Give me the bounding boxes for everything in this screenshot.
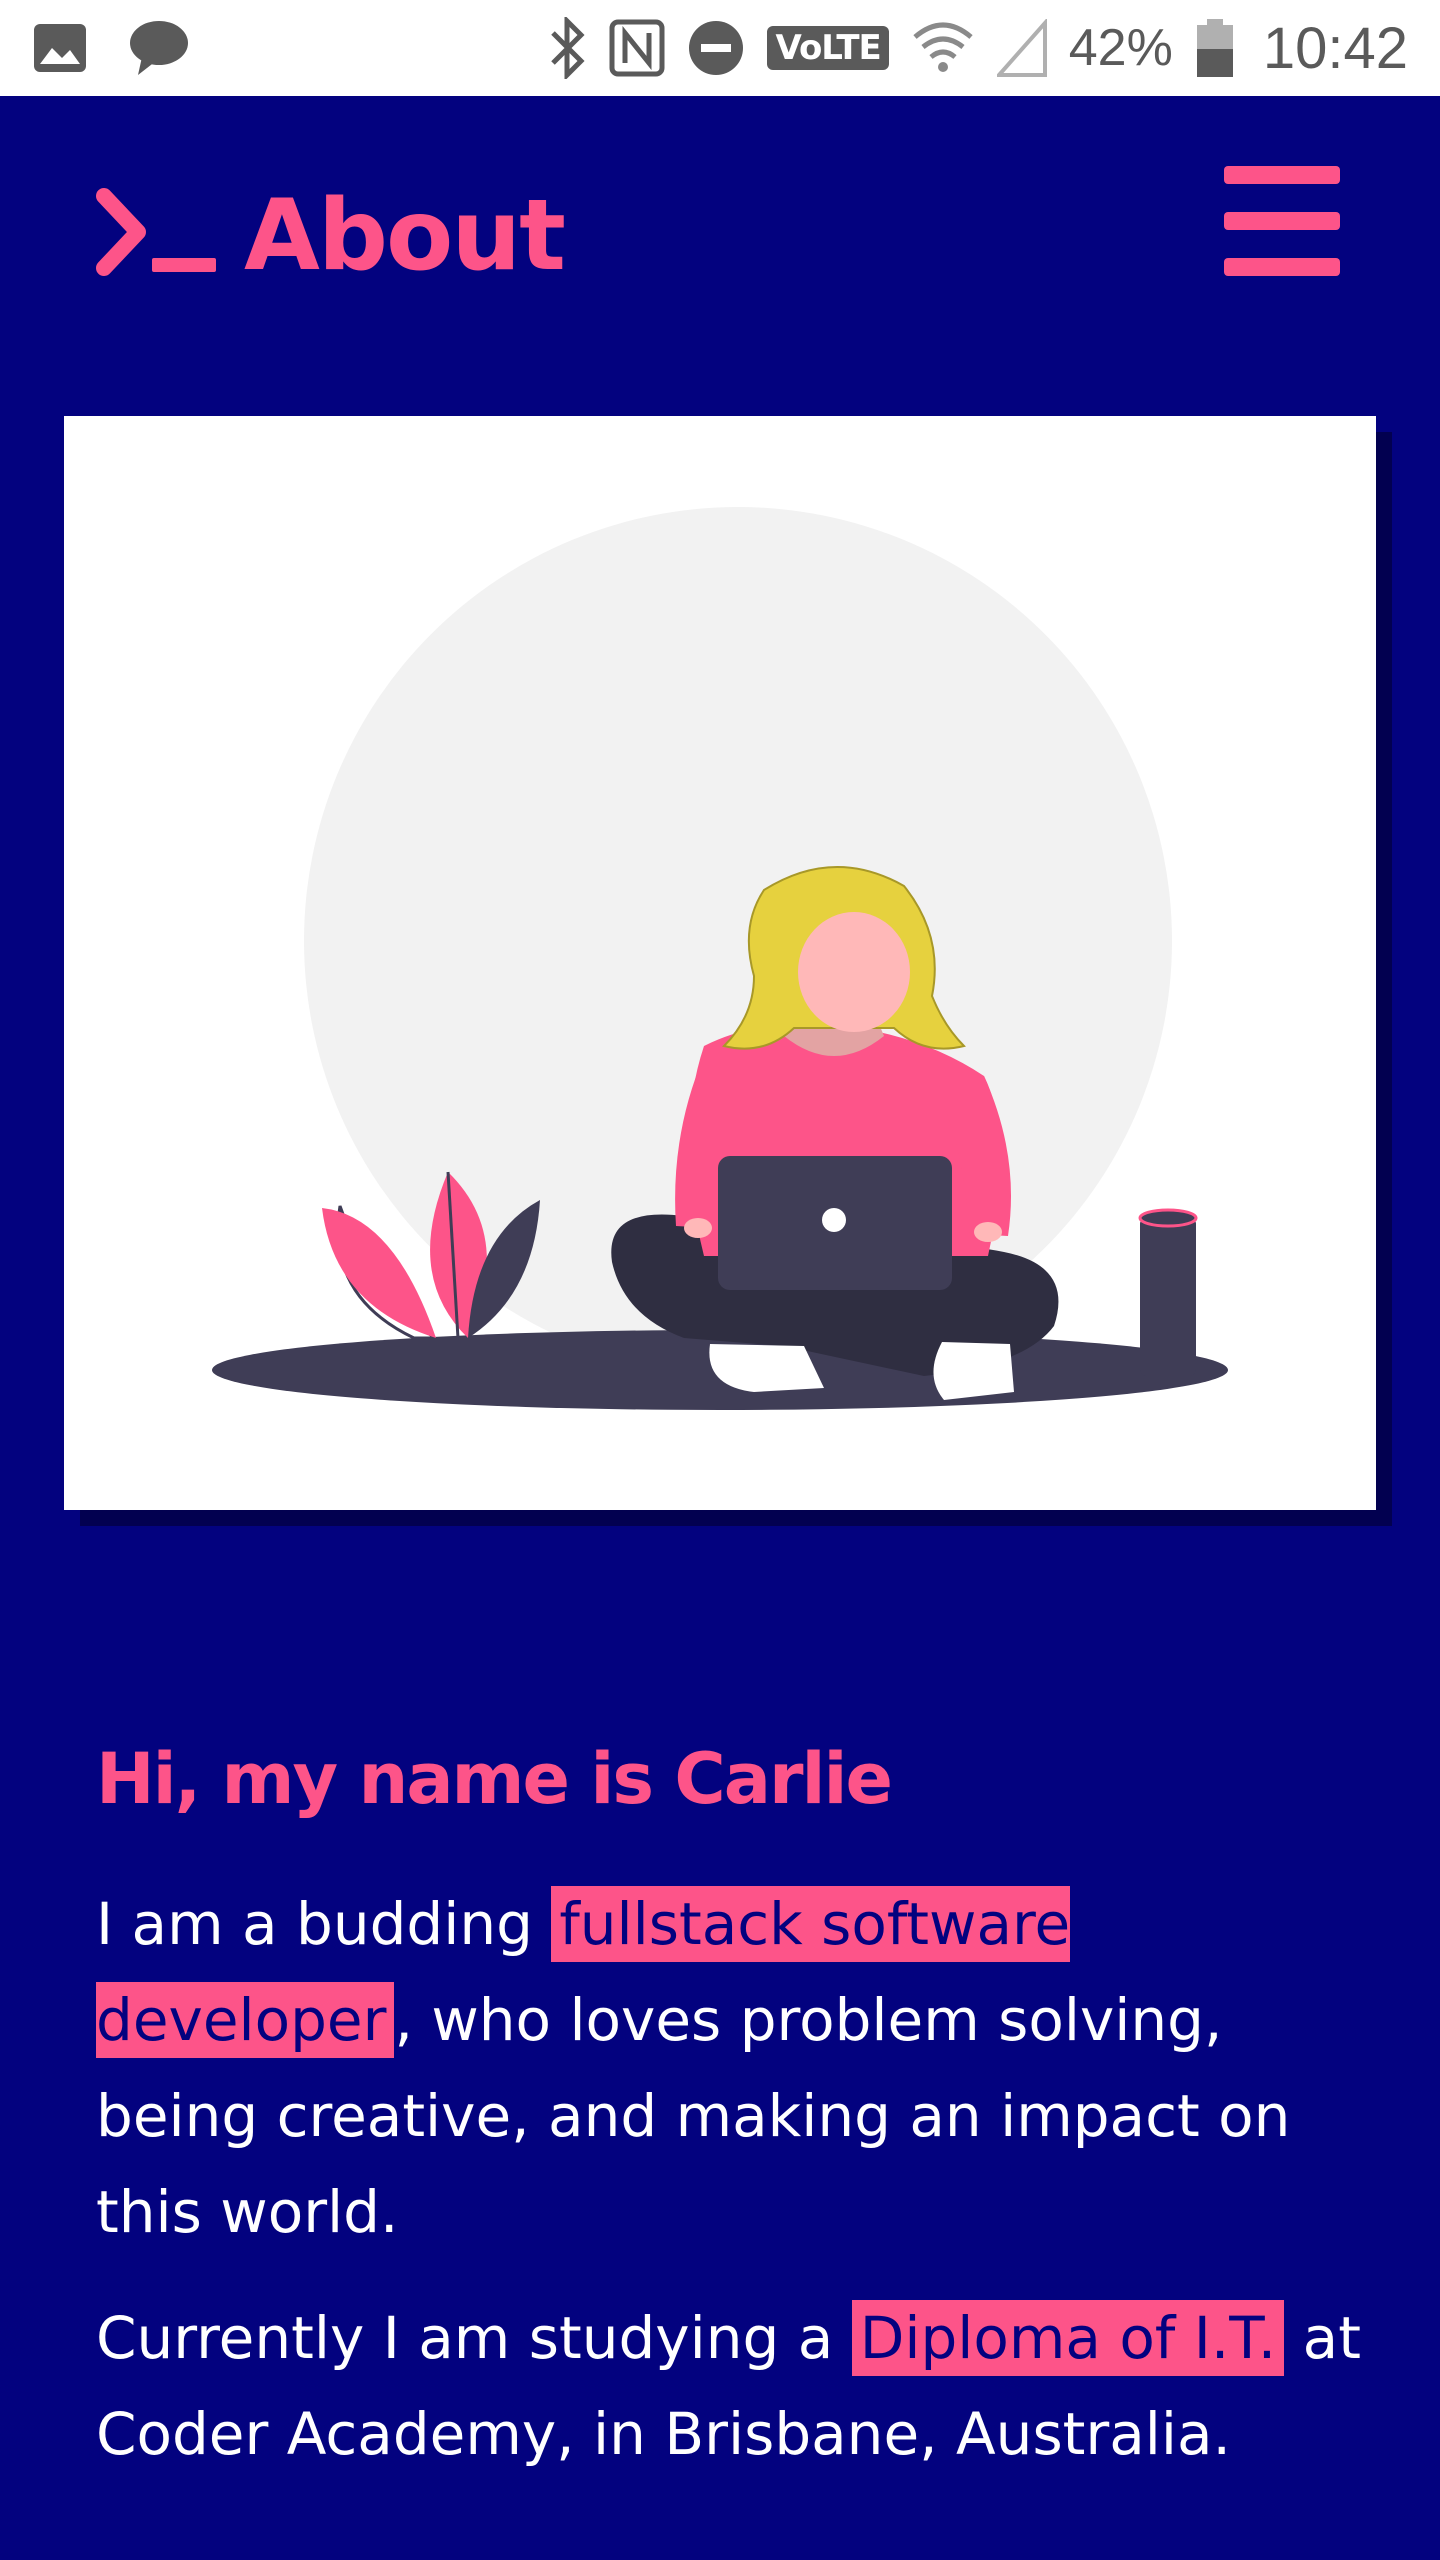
illustration-card	[64, 416, 1376, 1510]
intro-paragraph: I am a budding fullstack software develo…	[96, 1876, 1376, 2260]
image-icon	[32, 22, 88, 74]
text-span: I am a budding	[96, 1890, 552, 1958]
cell-signal-icon	[996, 19, 1047, 77]
about-section: Hi, my name is Carlie I am a budding ful…	[96, 1738, 1376, 2512]
page-title: About	[244, 179, 566, 293]
menu-bar	[1224, 212, 1340, 230]
terminal-prompt-icon	[94, 186, 244, 286]
volte-badge: VoLTE	[767, 26, 889, 70]
text-span: Currently I am studying a	[96, 2304, 852, 2372]
clock: 10:42	[1262, 15, 1408, 81]
header: About	[0, 96, 1440, 386]
do-not-disturb-icon	[687, 19, 745, 77]
bluetooth-icon	[547, 17, 587, 79]
chat-bubble-icon	[128, 19, 190, 77]
woman-with-laptop-illustration	[212, 507, 1228, 1410]
nfc-icon	[609, 19, 665, 77]
greeting-heading: Hi, my name is Carlie	[96, 1738, 893, 1820]
status-bar: VoLTE 42% 10:42	[0, 0, 1440, 96]
battery-percent: 42%	[1068, 19, 1173, 77]
brand[interactable]: About	[94, 179, 566, 293]
hamburger-menu-icon[interactable]	[1224, 166, 1340, 276]
battery-icon	[1195, 17, 1235, 79]
wifi-icon	[911, 19, 975, 77]
menu-bar	[1224, 166, 1340, 184]
study-paragraph: Currently I am studying a Diploma of I.T…	[96, 2290, 1376, 2482]
highlight-diploma: Diploma of I.T.	[851, 2300, 1285, 2376]
menu-bar	[1224, 258, 1340, 276]
